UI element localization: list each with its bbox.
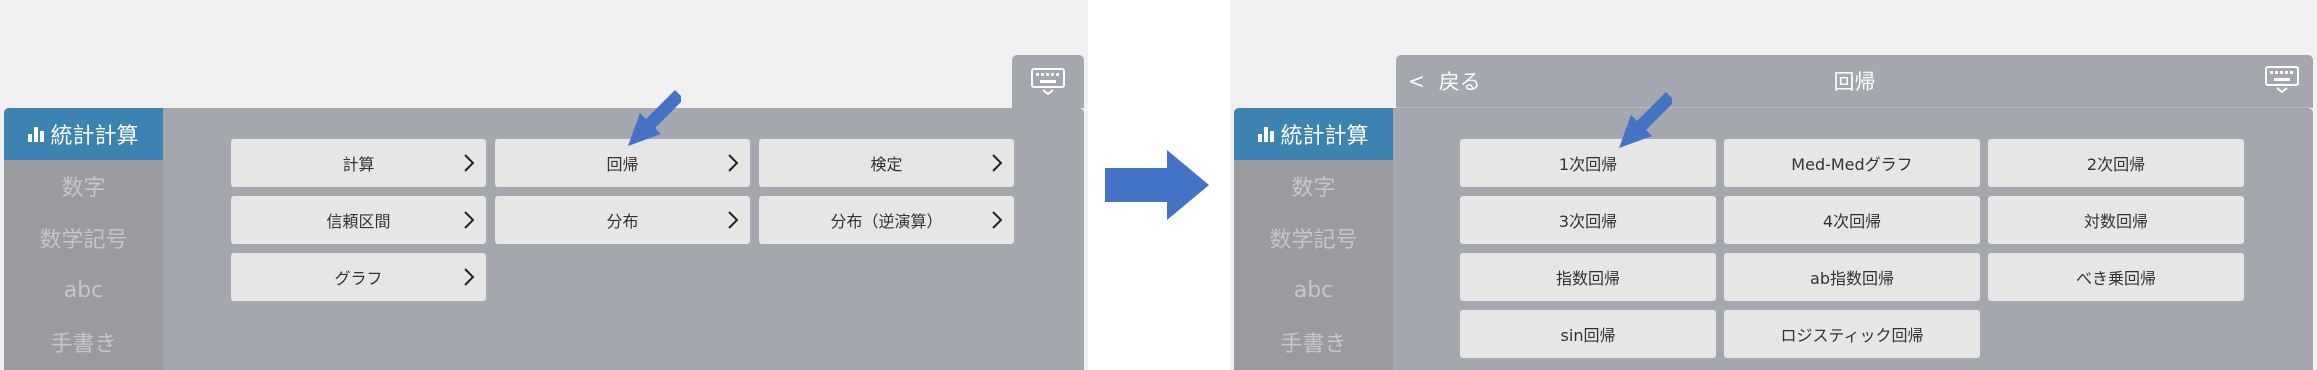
quartic-regression-button[interactable]: 4次回帰 bbox=[1724, 196, 1980, 244]
chevron-right-icon bbox=[992, 211, 1003, 229]
page-title: 回帰 bbox=[1833, 70, 1876, 94]
after-screen: < 戻る 回帰 統計計算 数字 数学記号 abc 手書き 1次回帰 Med-Me… bbox=[1230, 0, 2317, 370]
sin-regression-button[interactable]: sin回帰 bbox=[1460, 310, 1716, 358]
category-numbers-label: 数字 bbox=[61, 176, 106, 201]
menu-button-inverse-distribution[interactable]: 分布（逆演算） bbox=[759, 196, 1014, 244]
menu-button-graph[interactable]: グラフ bbox=[231, 253, 486, 301]
ab-exponential-regression-label: ab指数回帰 bbox=[1810, 269, 1894, 288]
exponential-regression-button[interactable]: 指数回帰 bbox=[1460, 253, 1716, 301]
category-numbers[interactable]: 数字 bbox=[4, 160, 163, 212]
ab-exponential-regression-button[interactable]: ab指数回帰 bbox=[1724, 253, 1980, 301]
bar-chart-icon bbox=[28, 126, 45, 142]
logarithmic-regression-label: 対数回帰 bbox=[2083, 212, 2148, 231]
keyboard-icon[interactable] bbox=[2265, 66, 2299, 94]
category-abc-label: abc bbox=[1293, 277, 1334, 303]
linear-regression-button[interactable]: 1次回帰 bbox=[1460, 139, 1716, 187]
chevron-left-icon: < bbox=[1408, 69, 1425, 93]
cubic-regression-button[interactable]: 3次回帰 bbox=[1460, 196, 1716, 244]
power-regression-button[interactable]: べき乗回帰 bbox=[1988, 253, 2244, 301]
chevron-right-icon bbox=[464, 211, 475, 229]
chevron-right-icon bbox=[464, 154, 475, 172]
category-handwriting-label: 手書き bbox=[50, 332, 117, 357]
category-stats-label: 統計計算 bbox=[1280, 124, 1369, 149]
category-stats[interactable]: 統計計算 bbox=[4, 108, 163, 160]
category-stats[interactable]: 統計計算 bbox=[1234, 108, 1393, 160]
logistic-regression-button[interactable]: ロジスティック回帰 bbox=[1724, 310, 1980, 358]
menu-button-distribution-label: 分布 bbox=[606, 212, 639, 231]
category-sidebar: 統計計算 数字 数学記号 abc 手書き bbox=[4, 108, 163, 370]
sin-regression-label: sin回帰 bbox=[1560, 326, 1616, 345]
menu-button-test[interactable]: 検定 bbox=[759, 139, 1014, 187]
category-handwriting[interactable]: 手書き bbox=[4, 316, 163, 368]
chevron-right-icon bbox=[728, 154, 739, 172]
category-handwriting[interactable]: 手書き bbox=[1234, 316, 1393, 368]
menu-button-distribution[interactable]: 分布 bbox=[495, 196, 750, 244]
blue-right-arrow bbox=[1105, 150, 1209, 220]
category-math-symbols-label: 数学記号 bbox=[39, 228, 128, 253]
menu-button-graph-label: グラフ bbox=[334, 269, 383, 288]
chevron-right-icon bbox=[464, 268, 475, 286]
category-handwriting-label: 手書き bbox=[1280, 332, 1347, 357]
quadratic-regression-button[interactable]: 2次回帰 bbox=[1988, 139, 2244, 187]
back-button-label: 戻る bbox=[1438, 70, 1481, 94]
med-med-graph-button[interactable]: Med-Medグラフ bbox=[1724, 139, 1980, 187]
category-math-symbols[interactable]: 数学記号 bbox=[1234, 212, 1393, 264]
bar-chart-icon bbox=[1258, 126, 1275, 142]
menu-button-test-label: 検定 bbox=[870, 155, 903, 174]
chevron-right-icon bbox=[992, 154, 1003, 172]
regression-menu-grid: 1次回帰 Med-Medグラフ 2次回帰 3次回帰 4次回帰 対数回帰 指数回帰… bbox=[1460, 139, 2244, 358]
menu-button-regression-label: 回帰 bbox=[606, 155, 639, 174]
before-screen: 統計計算 数字 数学記号 abc 手書き 計算 回帰 検定 信頼区間 分布 分布… bbox=[0, 0, 1088, 370]
cubic-regression-label: 3次回帰 bbox=[1558, 212, 1618, 231]
chevron-right-icon bbox=[728, 211, 739, 229]
category-numbers-label: 数字 bbox=[1291, 176, 1336, 201]
med-med-graph-label: Med-Medグラフ bbox=[1791, 155, 1913, 174]
exponential-regression-label: 指数回帰 bbox=[1555, 269, 1620, 288]
category-sidebar: 統計計算 数字 数学記号 abc 手書き bbox=[1234, 108, 1393, 370]
category-abc[interactable]: abc bbox=[4, 264, 163, 316]
quadratic-regression-label: 2次回帰 bbox=[2086, 155, 2146, 174]
regression-header: < 戻る 回帰 bbox=[1396, 55, 2313, 108]
stats-menu-grid: 計算 回帰 検定 信頼区間 分布 分布（逆演算） グラフ bbox=[231, 139, 1014, 301]
logistic-regression-label: ロジスティック回帰 bbox=[1780, 326, 1924, 345]
menu-button-confidence-interval-label: 信頼区間 bbox=[326, 212, 391, 231]
category-numbers[interactable]: 数字 bbox=[1234, 160, 1393, 212]
keyboard-toggle-tab[interactable] bbox=[1012, 55, 1084, 108]
power-regression-label: べき乗回帰 bbox=[2075, 269, 2156, 288]
back-button[interactable]: < 戻る bbox=[1408, 55, 1481, 107]
category-math-symbols-label: 数学記号 bbox=[1269, 228, 1358, 253]
quartic-regression-label: 4次回帰 bbox=[1822, 212, 1882, 231]
linear-regression-label: 1次回帰 bbox=[1558, 155, 1618, 174]
menu-button-calculation[interactable]: 計算 bbox=[231, 139, 486, 187]
category-stats-label: 統計計算 bbox=[50, 124, 139, 149]
menu-button-confidence-interval[interactable]: 信頼区間 bbox=[231, 196, 486, 244]
keyboard-icon bbox=[1031, 67, 1065, 95]
category-abc[interactable]: abc bbox=[1234, 264, 1393, 316]
menu-button-inverse-distribution-label: 分布（逆演算） bbox=[830, 212, 943, 231]
logarithmic-regression-button[interactable]: 対数回帰 bbox=[1988, 196, 2244, 244]
category-abc-label: abc bbox=[63, 277, 104, 303]
category-math-symbols[interactable]: 数学記号 bbox=[4, 212, 163, 264]
menu-button-regression[interactable]: 回帰 bbox=[495, 139, 750, 187]
menu-button-calculation-label: 計算 bbox=[342, 155, 375, 174]
